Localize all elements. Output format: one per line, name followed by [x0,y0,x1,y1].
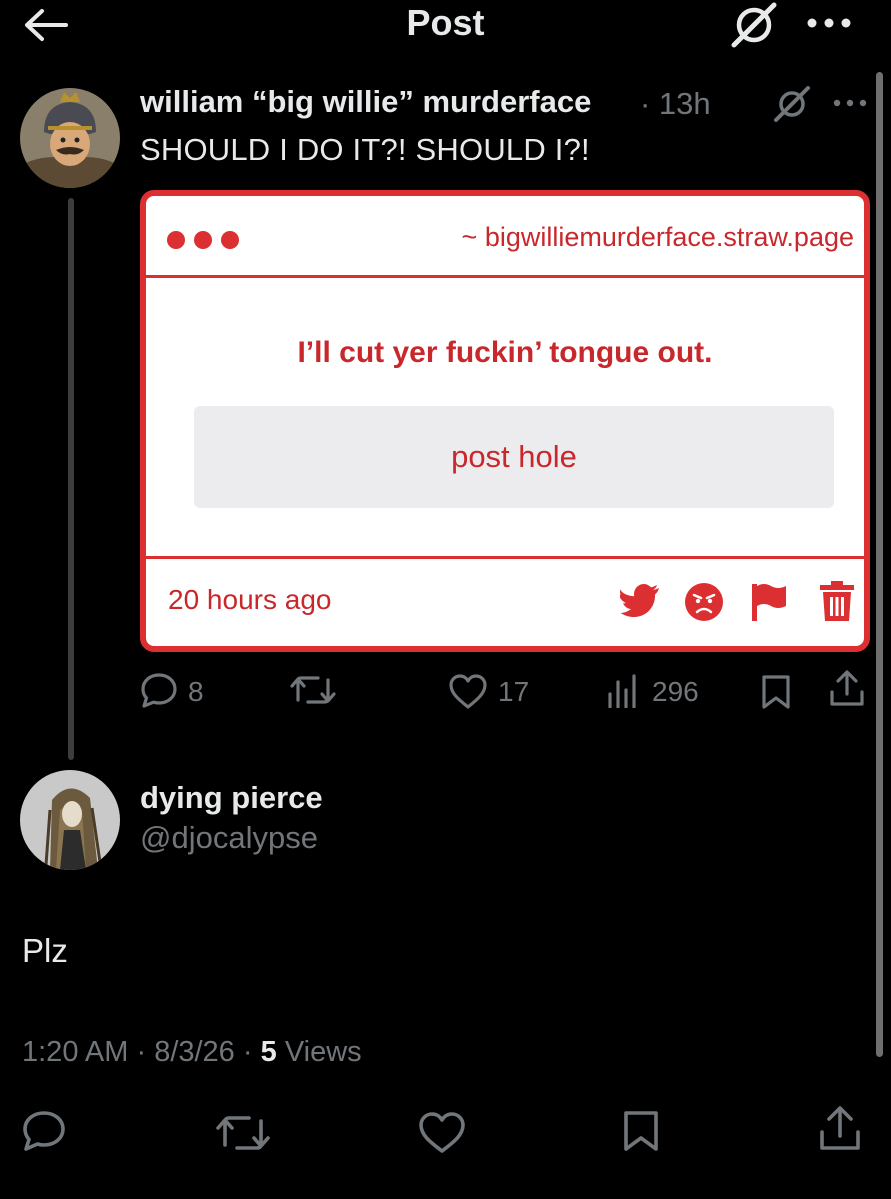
twitter-bird-icon [620,584,660,618]
angry-face-icon [684,582,724,622]
flag-icon [750,582,788,622]
embedded-image-card[interactable]: ~ bigwilliemurderface.straw.page I’ll cu… [140,190,870,652]
post-grok-button[interactable] [773,86,811,122]
grok-button[interactable] [730,2,778,48]
views-count: 296 [652,676,699,707]
reply-author-handle[interactable]: @djocalypse [140,820,318,856]
reply-views-count: 5 [260,1036,277,1068]
reply-meta: 1:20 AM · 8/3/26 · 5 Views [22,1036,362,1069]
card-post-hole-button: post hole [194,406,834,508]
reply-views-label: Views [284,1036,362,1068]
bottom-repost-button[interactable] [216,1114,270,1152]
avatar[interactable] [20,88,120,188]
more-horizontal-icon [807,18,851,28]
card-url: ~ bigwilliemurderface.straw.page [461,222,854,252]
bottom-bookmark-button[interactable] [622,1110,660,1152]
reply-text: Plz [22,932,68,969]
window-dots-icon [166,230,246,250]
bookmark-button[interactable] [760,674,792,710]
post-timestamp: · 13h [640,86,711,121]
repost-icon [216,1116,270,1150]
post-more-button[interactable] [832,96,868,110]
card-top-bar: ~ bigwilliemurderface.straw.page [146,196,864,278]
reply-date: 8/3/26 [154,1036,235,1068]
more-horizontal-icon [833,99,867,107]
bookmark-icon [762,675,790,709]
like-button[interactable] [448,674,488,710]
bottom-share-button[interactable] [818,1106,862,1152]
repost-button[interactable] [290,674,336,706]
card-timestamp: 20 hours ago [168,584,332,615]
grok-icon [731,2,777,48]
reply-button[interactable] [140,672,178,708]
reply-count: 8 [188,676,204,707]
bottom-like-button[interactable] [418,1112,466,1154]
reply-avatar[interactable] [20,770,120,870]
grok-icon [774,86,810,122]
repost-icon [290,676,336,704]
views-button[interactable] [606,674,640,708]
post-author-name[interactable]: william “big willie” murderface [140,84,591,120]
views-icon [608,674,636,708]
share-icon [830,670,864,706]
reply-time: 1:20 AM [22,1036,129,1068]
like-count: 17 [498,676,530,707]
meta-separator: · [136,1036,155,1068]
scrollbar[interactable] [876,72,883,1057]
bottom-reply-button[interactable] [22,1110,66,1152]
bookmark-icon [624,1111,658,1151]
share-button[interactable] [828,670,866,708]
heart-icon [449,674,487,709]
reply-icon [23,1111,65,1151]
share-icon [820,1106,860,1150]
heart-icon [419,1112,465,1153]
meta-separator: · [242,1036,261,1068]
reply-author-name[interactable]: dying pierce [140,780,323,816]
thread-line [68,198,74,760]
reply-icon [141,673,177,708]
more-button[interactable] [806,12,852,34]
card-message: I’ll cut yer fuckin’ tongue out. [297,336,713,369]
post-text: SHOULD I DO IT?! SHOULD I?! [140,132,590,167]
trash-icon [818,580,856,622]
